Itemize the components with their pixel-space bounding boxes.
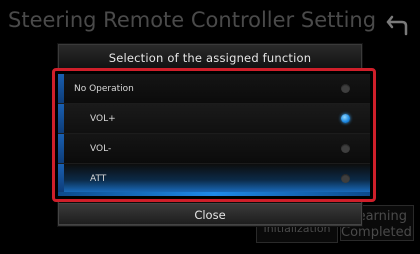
selection-bar — [58, 104, 64, 133]
close-button[interactable]: Close — [58, 203, 362, 225]
radio-icon[interactable] — [341, 174, 350, 183]
option-vol-plus[interactable]: VOL+ — [58, 104, 370, 134]
selection-bar — [58, 164, 64, 193]
option-label: No Operation — [74, 84, 134, 94]
dialog-title: Selection of the assigned function — [59, 45, 361, 70]
radio-selected-icon[interactable] — [341, 114, 350, 123]
function-list[interactable]: No Operation VOL+ VOL- ATT — [58, 74, 370, 196]
radio-icon[interactable] — [341, 144, 350, 153]
screen: Steering Remote Controller Setting Initi… — [0, 0, 420, 254]
option-label: VOL- — [90, 144, 112, 154]
option-label: ATT — [90, 174, 107, 184]
scroll-indicator — [58, 192, 370, 196]
option-no-operation[interactable]: No Operation — [58, 74, 370, 104]
option-vol-minus[interactable]: VOL- — [58, 134, 370, 164]
selection-bar — [58, 74, 64, 103]
radio-icon[interactable] — [341, 84, 350, 93]
back-arrow-icon[interactable] — [386, 14, 410, 36]
option-label: VOL+ — [90, 114, 116, 124]
selection-bar — [58, 134, 64, 163]
function-list-highlight-frame: No Operation VOL+ VOL- ATT — [52, 68, 376, 202]
page-title: Steering Remote Controller Setting — [8, 8, 377, 32]
option-att[interactable]: ATT — [58, 164, 370, 194]
